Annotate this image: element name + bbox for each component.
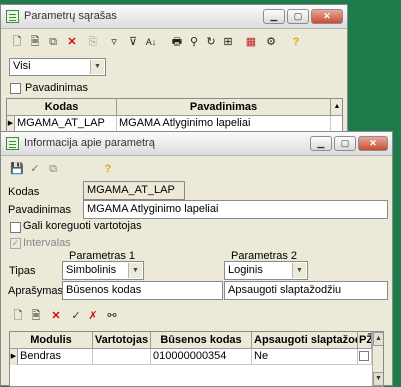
intervalas-checkbox[interactable]: ✓: [10, 238, 21, 249]
aprasymas1-field[interactable]: Būsenos kodas: [62, 281, 223, 300]
column-header-kodas[interactable]: Kodas: [7, 99, 117, 116]
close-button[interactable]: ✕: [311, 9, 343, 24]
filter-clear-icon[interactable]: ⊽: [126, 35, 140, 49]
tipas-label: Tipas: [9, 265, 36, 277]
grid-icon[interactable]: ▦: [244, 35, 258, 49]
edit-icon[interactable]: 🗎: [29, 309, 43, 323]
tree-icon[interactable]: ⊞: [221, 35, 235, 49]
help-icon[interactable]: ?: [289, 35, 303, 49]
delete-icon[interactable]: ✕: [49, 309, 63, 323]
window-app-icon: [6, 10, 19, 23]
info-window-title: Informacija apie parametrą: [24, 137, 155, 149]
new-icon[interactable]: 🗋: [10, 35, 24, 49]
filter-select-value: Visi: [13, 60, 31, 72]
chevron-down-icon[interactable]: ▼: [128, 263, 142, 278]
delete-icon[interactable]: ✕: [65, 35, 79, 49]
filter-icon[interactable]: ▿: [107, 35, 121, 49]
checkmark-icon[interactable]: ✓: [28, 162, 42, 176]
refresh-icon[interactable]: ↻: [204, 35, 218, 49]
uncheck-all-icon[interactable]: ✗: [86, 309, 100, 323]
maximize-button[interactable]: ▢: [334, 136, 356, 151]
scroll-down-button[interactable]: ▼: [373, 372, 383, 386]
column-header-pz[interactable]: PŽ: [358, 332, 372, 349]
gali-koreguoti-checkbox[interactable]: [10, 222, 21, 233]
current-row-indicator: ▶: [7, 116, 15, 132]
copy-icon[interactable]: ⧉: [46, 35, 60, 49]
subgrid-toolbar: 🗋 🗎 ✕ ✓ ✗ ⚯: [9, 304, 129, 328]
tipas1-select[interactable]: Simbolinis ▼: [62, 261, 144, 280]
minimize-button[interactable]: ▁: [310, 136, 332, 151]
save-icon[interactable]: 💾: [10, 162, 24, 176]
sort-arrow-icon[interactable]: ▲: [331, 99, 342, 116]
kodas-field: MGAMA_AT_LAP: [83, 181, 185, 200]
parameter-info-window: Informacija apie parametrą ▁ ▢ ✕ 💾 ✓ ⧉ ?…: [0, 131, 393, 387]
kodas-label: Kodas: [8, 186, 40, 198]
list-window-title: Parametrų sąrašas: [24, 10, 117, 22]
tipas1-value: Simbolinis: [66, 264, 117, 276]
edit-icon[interactable]: 🗎: [28, 35, 42, 49]
list-toolbar: 🗋 🗎 ⧉ ✕ ⎘ ▿ ⊽ A↓ 🖶 ⚲ ↻ ⊞ ▦ ⚙ ?: [1, 30, 347, 54]
duplicate-icon[interactable]: ⎘: [86, 35, 100, 49]
grid-cell-busenos-kodas[interactable]: 010000000354: [151, 349, 252, 365]
settings-icon[interactable]: ⚙: [264, 35, 278, 49]
module-grid[interactable]: Modulis Vartotojas Būsenos kodas Apsaugo…: [9, 331, 384, 387]
binoculars-icon[interactable]: ⚯: [105, 309, 119, 323]
grid-cell-pz[interactable]: [358, 349, 372, 365]
grid-cell-modulis[interactable]: Bendras: [18, 349, 93, 365]
column-header-vartotojas[interactable]: Vartotojas: [93, 332, 151, 349]
info-window-titlebar[interactable]: Informacija apie parametrą ▁ ▢ ✕: [1, 132, 392, 156]
chevron-down-icon[interactable]: ▼: [292, 263, 306, 278]
pavadinimas-checkbox-label: Pavadinimas: [25, 82, 88, 94]
grid-cell-apsaugoti[interactable]: Ne: [252, 349, 358, 365]
filter-select[interactable]: Visi ▼: [9, 58, 106, 76]
new-icon[interactable]: 🗋: [11, 309, 25, 323]
close-button[interactable]: ✕: [358, 136, 388, 151]
pavadinimas-field[interactable]: MGAMA Atlyginimo lapeliai: [83, 200, 388, 219]
help-icon[interactable]: ?: [101, 162, 115, 176]
sort-icon[interactable]: A↓: [144, 35, 158, 49]
pz-checkbox[interactable]: [359, 351, 369, 361]
pavadinimas-checkbox[interactable]: [10, 83, 21, 94]
tipas2-select[interactable]: Loginis ▼: [224, 261, 308, 280]
info-toolbar: 💾 ✓ ⧉ ?: [1, 157, 392, 181]
tipas2-value: Loginis: [228, 264, 263, 276]
maximize-button[interactable]: ▢: [287, 9, 309, 24]
find-icon[interactable]: ⚲: [187, 35, 201, 49]
column-header-modulis[interactable]: Modulis: [10, 332, 93, 349]
column-header-apsaugoti[interactable]: Apsaugoti slaptažodžiu: [252, 332, 358, 349]
copy-icon[interactable]: ⧉: [46, 162, 60, 176]
chevron-down-icon[interactable]: ▼: [90, 60, 104, 74]
aprasymas-label: Aprašymas: [8, 285, 64, 297]
list-cell-kodas[interactable]: MGAMA_AT_LAP: [15, 116, 117, 132]
intervalas-label: Intervalas: [23, 237, 71, 249]
parameter-list-window: Parametrų sąrašas ▁ ▢ ✕ 🗋 🗎 ⧉ ✕ ⎘ ▿ ⊽ A↓…: [0, 4, 348, 144]
column-header-busenos-kodas[interactable]: Būsenos kodas: [151, 332, 252, 349]
print-icon[interactable]: 🖶: [170, 35, 184, 49]
window-app-icon: [6, 137, 19, 150]
pavadinimas-label: Pavadinimas: [8, 204, 71, 216]
check-all-icon[interactable]: ✓: [69, 309, 83, 323]
minimize-button[interactable]: ▁: [263, 9, 285, 24]
module-grid-scrollbar[interactable]: ▲ ▼: [372, 332, 383, 386]
column-header-pavadinimas[interactable]: Pavadinimas: [117, 99, 331, 116]
list-window-titlebar[interactable]: Parametrų sąrašas ▁ ▢ ✕: [1, 5, 347, 29]
gali-koreguoti-label: Gali koreguoti vartotojas: [23, 220, 142, 232]
list-cell-pavadinimas[interactable]: MGAMA Atlyginimo lapeliai: [117, 116, 331, 132]
aprasymas2-field[interactable]: Apsaugoti slaptažodžiu: [224, 281, 388, 300]
scroll-up-button[interactable]: ▲: [373, 332, 383, 346]
grid-cell-vartotojas[interactable]: [93, 349, 151, 365]
current-row-indicator: ▶: [10, 349, 18, 365]
